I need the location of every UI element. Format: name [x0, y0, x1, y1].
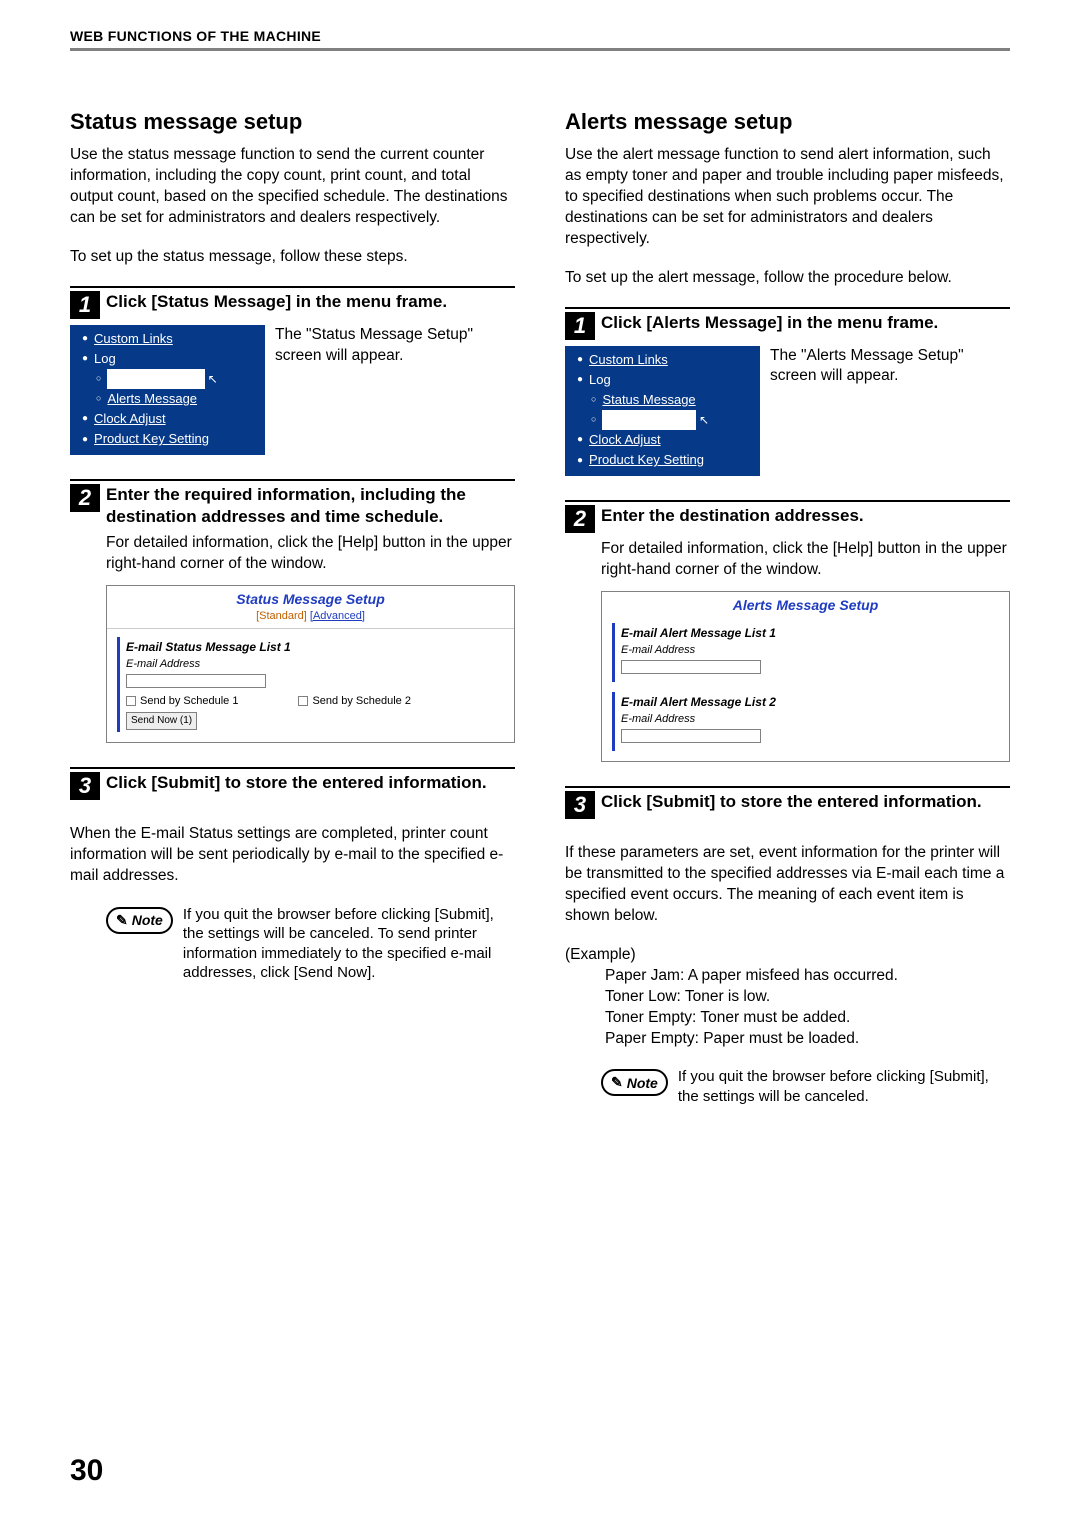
email-label: E-mail Address	[126, 657, 498, 672]
left-step-3: 3 Click [Submit] to store the entered in…	[70, 767, 515, 800]
menu-clock-adjust: Clock Adjust	[94, 409, 166, 429]
checkbox-sched1[interactable]	[126, 696, 136, 706]
example-line: Paper Jam: A paper misfeed has occurred.	[605, 966, 1010, 987]
left-step-1: 1 Click [Status Message] in the menu fra…	[70, 286, 515, 456]
step1-caption: The "Status Message Setup" screen will a…	[275, 325, 515, 456]
email-label: E-mail Address	[621, 712, 993, 727]
menu-clock-adjust: Clock Adjust	[589, 430, 661, 450]
right-step-1: 1 Click [Alerts Message] in the menu fra…	[565, 307, 1010, 477]
example-line: Toner Low: Toner is low.	[605, 987, 1010, 1008]
menu-product-key: Product Key Setting	[589, 450, 704, 470]
tab-advanced: [Advanced]	[310, 610, 365, 622]
right-column: Alerts message setup Use the alert messa…	[565, 109, 1010, 1106]
status-setup-panel: Status Message Setup [Standard] [Advance…	[106, 585, 515, 743]
tab-standard: [Standard]	[256, 610, 307, 622]
right-note: ✎ Note If you quit the browser before cl…	[565, 1067, 1010, 1106]
page-header: WEB FUNCTIONS OF THE MACHINE	[70, 28, 1010, 51]
pencil-icon: ✎	[611, 1074, 623, 1091]
note-label: Note	[132, 912, 163, 928]
menu-alerts-message: Alerts Message	[604, 412, 694, 427]
left-column: Status message setup Use the status mess…	[70, 109, 515, 1106]
panel-title: Alerts Message Setup	[602, 592, 1009, 615]
step-number: 3	[70, 772, 100, 800]
send-now-button[interactable]: Send Now (1)	[126, 712, 197, 730]
step-number: 3	[565, 791, 595, 819]
step2-body: For detailed information, click the [Hel…	[106, 533, 515, 575]
page-number: 30	[70, 1454, 103, 1488]
step-title: Enter the required information, includin…	[106, 484, 515, 527]
step-title: Click [Submit] to store the entered info…	[106, 772, 487, 793]
step2-body: For detailed information, click the [Hel…	[601, 539, 1010, 581]
email-input[interactable]	[126, 674, 266, 688]
step-number: 2	[70, 484, 100, 512]
step-number: 1	[70, 291, 100, 319]
step-title: Click [Status Message] in the menu frame…	[106, 291, 447, 312]
list1-label: E-mail Alert Message List 1	[621, 625, 993, 641]
menu-status-message: Status Message	[602, 390, 695, 410]
note-label: Note	[627, 1075, 658, 1091]
list-label: E-mail Status Message List 1	[126, 639, 498, 655]
right-heading: Alerts message setup	[565, 109, 1010, 135]
step-title: Click [Alerts Message] in the menu frame…	[601, 312, 938, 333]
right-after: If these parameters are set, event infor…	[565, 843, 1010, 927]
email-label: E-mail Address	[621, 643, 993, 658]
left-intro: Use the status message function to send …	[70, 145, 515, 229]
note-badge: ✎ Note	[106, 907, 173, 934]
list2-label: E-mail Alert Message List 2	[621, 694, 993, 710]
example-label: (Example)	[565, 945, 1010, 966]
right-presteps: To set up the alert message, follow the …	[565, 268, 1010, 289]
checkbox-sched2[interactable]	[298, 696, 308, 706]
step1-caption: The "Alerts Message Setup" screen will a…	[770, 346, 1010, 477]
example-line: Toner Empty: Toner must be added.	[605, 1008, 1010, 1029]
panel-title: Status Message Setup	[107, 586, 514, 609]
menu-log: Log	[94, 349, 116, 369]
left-note: ✎ Note If you quit the browser before cl…	[70, 905, 515, 983]
right-step-3: 3 Click [Submit] to store the entered in…	[565, 786, 1010, 819]
left-heading: Status message setup	[70, 109, 515, 135]
email-input-1[interactable]	[621, 660, 761, 674]
example-block: (Example) Paper Jam: A paper misfeed has…	[565, 945, 1010, 1050]
left-after: When the E-mail Status settings are comp…	[70, 824, 515, 887]
left-step-2: 2 Enter the required information, includ…	[70, 479, 515, 742]
step-number: 2	[565, 505, 595, 533]
menu-status-message: Status Message	[109, 371, 202, 386]
menu-custom-links: Custom Links	[589, 350, 668, 370]
right-intro: Use the alert message function to send a…	[565, 145, 1010, 250]
note-text: If you quit the browser before clicking …	[678, 1067, 1010, 1106]
note-text: If you quit the browser before clicking …	[183, 905, 515, 983]
menu-log: Log	[589, 370, 611, 390]
menu-screenshot: ●Custom Links ●Log ○Status Message↖ ○Ale…	[70, 325, 265, 456]
email-input-2[interactable]	[621, 729, 761, 743]
alerts-setup-panel: Alerts Message Setup E-mail Alert Messag…	[601, 591, 1010, 762]
step-number: 1	[565, 312, 595, 340]
sched2-label: Send by Schedule 2	[312, 695, 410, 707]
cursor-icon: ↖	[699, 411, 709, 430]
step-title: Enter the destination addresses.	[601, 505, 864, 526]
menu-screenshot: ●Custom Links ●Log ○Status Message ○Aler…	[565, 346, 760, 477]
pencil-icon: ✎	[116, 912, 128, 929]
left-presteps: To set up the status message, follow the…	[70, 247, 515, 268]
note-badge: ✎ Note	[601, 1069, 668, 1096]
content-columns: Status message setup Use the status mess…	[70, 109, 1010, 1106]
menu-product-key: Product Key Setting	[94, 429, 209, 449]
cursor-icon: ↖	[208, 370, 218, 389]
example-line: Paper Empty: Paper must be loaded.	[605, 1029, 1010, 1050]
sched1-label: Send by Schedule 1	[140, 695, 238, 707]
menu-custom-links: Custom Links	[94, 329, 173, 349]
menu-alerts-message: Alerts Message	[107, 389, 197, 409]
right-step-2: 2 Enter the destination addresses. For d…	[565, 500, 1010, 762]
step-title: Click [Submit] to store the entered info…	[601, 791, 982, 812]
